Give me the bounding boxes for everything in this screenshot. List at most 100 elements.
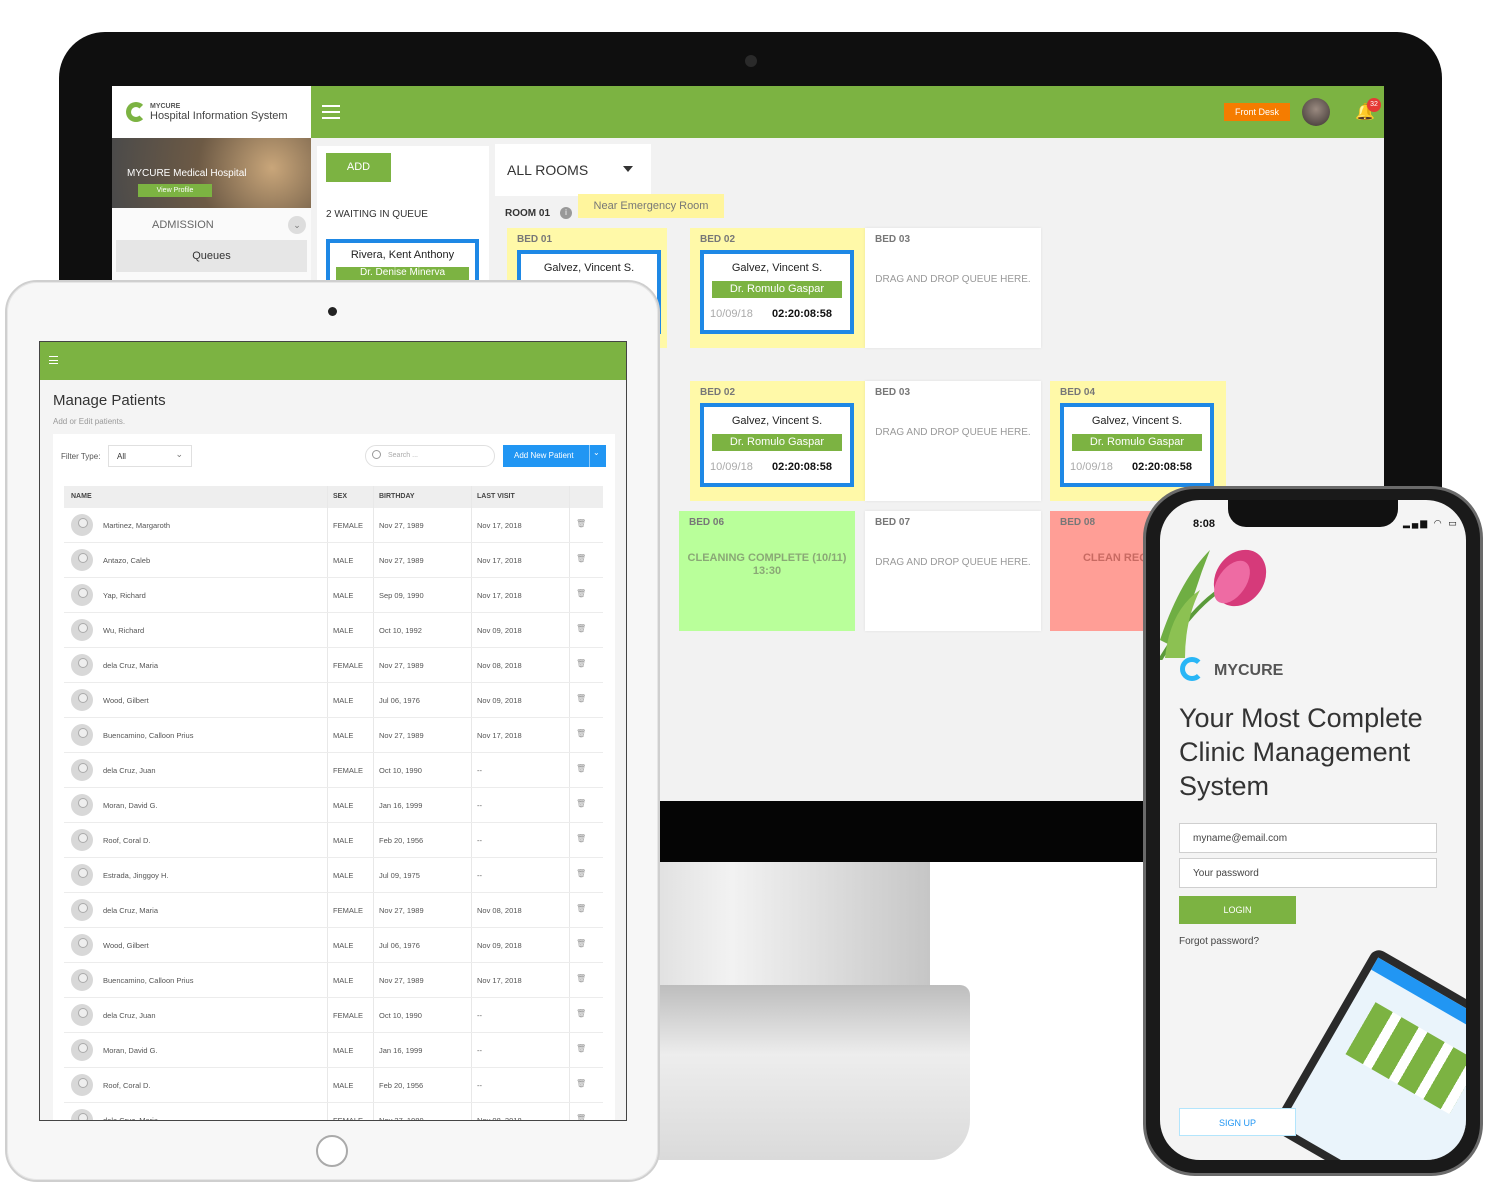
queue-patient-name: Rivera, Kent Anthony	[350, 249, 455, 261]
filter-type-select[interactable]: All	[108, 445, 192, 467]
table-row[interactable]: dela Cruz, Maria FEMALE Nov 27, 1989 Nov…	[64, 648, 603, 683]
hamburger-icon[interactable]	[322, 105, 340, 119]
trash-icon[interactable]: 🗑	[576, 904, 586, 913]
tablet-screen: Manage Patients Add or Edit patients. Fi…	[39, 341, 627, 1121]
table-row[interactable]: Roof, Coral D. MALE Feb 20, 1956 -- 🗑	[64, 1068, 603, 1103]
trash-icon[interactable]: 🗑	[576, 519, 586, 528]
table-row[interactable]: Buencamino, Calloon Prius MALE Nov 27, 1…	[64, 718, 603, 753]
table-row[interactable]: Wu, Richard MALE Oct 10, 1992 Nov 09, 20…	[64, 613, 603, 648]
bed-slot[interactable]: BED 02 Galvez, Vincent S. Dr. Romulo Gasp…	[690, 228, 866, 348]
home-button[interactable]	[316, 1135, 348, 1167]
patient-birthday: Jul 06, 1976	[379, 941, 420, 950]
table-row[interactable]: Buencamino, Calloon Prius MALE Nov 27, 1…	[64, 963, 603, 998]
waiting-count: 2 WAITING IN QUEUE	[326, 209, 428, 220]
rooms-dropdown[interactable]: ALL ROOMS	[495, 144, 651, 196]
sidebar-section-admission[interactable]: ADMISSION	[152, 219, 214, 231]
table-row[interactable]: dela Cruz, Maria FEMALE Nov 27, 1989 Nov…	[64, 893, 603, 928]
add-new-patient-button[interactable]: Add New Patient	[503, 445, 606, 467]
table-row[interactable]: Wood, Gilbert MALE Jul 06, 1976 Nov 09, …	[64, 928, 603, 963]
bed-slot[interactable]: BED 03 DRAG AND DROP QUEUE HERE.	[865, 228, 1041, 348]
table-row[interactable]: Yap, Richard MALE Sep 09, 1990 Nov 17, 2…	[64, 578, 603, 613]
patient-avatar	[71, 759, 93, 781]
patient-last-visit: Nov 17, 2018	[477, 556, 522, 565]
patient-last-visit: --	[477, 1081, 482, 1090]
column-header-last-visit[interactable]: LAST VISIT	[477, 493, 515, 500]
mycure-logo-icon	[1180, 657, 1204, 681]
hamburger-icon[interactable]	[49, 356, 58, 364]
role-badge[interactable]: Front Desk	[1224, 103, 1290, 121]
patient-birthday: Nov 27, 1989	[379, 521, 424, 530]
patient-name: Moran, David G.	[103, 801, 158, 810]
avatar[interactable]	[1302, 98, 1330, 126]
table-row[interactable]: Antazo, Caleb MALE Nov 27, 1989 Nov 17, …	[64, 543, 603, 578]
search-input[interactable]: Search ...	[365, 445, 495, 467]
patient-last-visit: Nov 09, 2018	[477, 696, 522, 705]
trash-icon[interactable]: 🗑	[576, 624, 586, 633]
table-row[interactable]: Moran, David G. MALE Jan 16, 1999 -- 🗑	[64, 788, 603, 823]
patient-sex: MALE	[333, 871, 354, 880]
add-button[interactable]: ADD	[326, 153, 391, 182]
trash-icon[interactable]: 🗑	[576, 694, 586, 703]
patient-avatar	[71, 969, 93, 991]
bed-label: BED 03	[875, 234, 911, 245]
bed-slot[interactable]: BED 03 DRAG AND DROP QUEUE HERE.	[865, 381, 1041, 501]
patient-name: dela Cruz, Maria	[103, 661, 159, 670]
email-field[interactable]: myname@email.com	[1179, 823, 1437, 853]
trash-icon[interactable]: 🗑	[576, 1044, 586, 1053]
table-row[interactable]: Martinez, Margaroth FEMALE Nov 27, 1989 …	[64, 508, 603, 543]
info-icon[interactable]: i	[560, 207, 572, 219]
table-row[interactable]: Roof, Coral D. MALE Feb 20, 1956 -- 🗑	[64, 823, 603, 858]
trash-icon[interactable]: 🗑	[576, 834, 586, 843]
trash-icon[interactable]: 🗑	[576, 939, 586, 948]
signup-button[interactable]: SIGN UP	[1179, 1108, 1296, 1136]
trash-icon[interactable]: 🗑	[576, 974, 586, 983]
view-profile-button[interactable]: View Profile	[138, 184, 212, 197]
trash-icon[interactable]: 🗑	[576, 589, 586, 598]
trash-icon[interactable]: 🗑	[576, 1009, 586, 1018]
trash-icon[interactable]: 🗑	[576, 1114, 586, 1120]
page-title: Manage Patients	[53, 392, 166, 409]
login-button[interactable]: LOGIN	[1179, 896, 1296, 924]
chevron-down-icon[interactable]: ⌄	[593, 448, 600, 457]
column-header-birthday[interactable]: BIRTHDAY	[379, 493, 415, 500]
table-row[interactable]: dela Cruz, Maria FEMALE Nov 27, 1989 Nov…	[64, 1103, 603, 1121]
trash-icon[interactable]: 🗑	[576, 554, 586, 563]
logo-area[interactable]: MYCURE Hospital Information System	[112, 86, 311, 138]
bed-patient-card[interactable]: Galvez, Vincent S. Dr. Romulo Gaspar 10/0…	[700, 250, 854, 334]
trash-icon[interactable]: 🗑	[576, 764, 586, 773]
table-row[interactable]: Estrada, Jinggoy H. MALE Jul 09, 1975 --…	[64, 858, 603, 893]
patient-birthday: Nov 27, 1989	[379, 1116, 424, 1121]
chevron-down-icon[interactable]: ⌄	[288, 216, 306, 234]
password-field[interactable]: Your password	[1179, 858, 1437, 888]
bed-patient-card[interactable]: Galvez, Vincent S. Dr. Romulo Gaspar 10/0…	[1060, 403, 1214, 487]
patient-name: Buencamino, Calloon Prius	[103, 731, 194, 740]
bed-slot[interactable]: BED 07 DRAG AND DROP QUEUE HERE.	[865, 511, 1041, 631]
trash-icon[interactable]: 🗑	[576, 729, 586, 738]
trash-icon[interactable]: 🗑	[576, 1079, 586, 1088]
trash-icon[interactable]: 🗑	[576, 799, 586, 808]
status-time: 8:08	[1193, 518, 1216, 530]
table-row[interactable]: dela Cruz, Juan FEMALE Oct 10, 1990 -- 🗑	[64, 753, 603, 788]
patient-avatar	[71, 829, 93, 851]
patient-sex: MALE	[333, 556, 354, 565]
sidebar-item-queues[interactable]: Queues	[116, 240, 307, 272]
forgot-password-link[interactable]: Forgot password?	[1179, 936, 1259, 947]
patient-birthday: Oct 10, 1992	[379, 626, 422, 635]
table-row[interactable]: Moran, David G. MALE Jan 16, 1999 -- 🗑	[64, 1033, 603, 1068]
column-header-sex[interactable]: SEX	[333, 493, 347, 500]
patient-sex: MALE	[333, 836, 354, 845]
column-header-name[interactable]: NAME	[71, 493, 92, 500]
patient-name: Martinez, Margaroth	[103, 521, 171, 530]
patient-avatar	[71, 1039, 93, 1061]
drop-zone-text: DRAG AND DROP QUEUE HERE.	[875, 427, 1031, 438]
bed-slot[interactable]: BED 06 CLEANING COMPLETE (10/11) 13:30	[679, 511, 855, 631]
bed-slot[interactable]: BED 02 Galvez, Vincent S. Dr. Romulo Gasp…	[690, 381, 866, 501]
bed-patient-name: Galvez, Vincent S.	[731, 415, 823, 427]
trash-icon[interactable]: 🗑	[576, 869, 586, 878]
trash-icon[interactable]: 🗑	[576, 659, 586, 668]
bed-slot[interactable]: BED 04 Galvez, Vincent S. Dr. Romulo Gasp…	[1050, 381, 1226, 501]
bed-patient-card[interactable]: Galvez, Vincent S. Dr. Romulo Gaspar 10/0…	[700, 403, 854, 487]
table-row[interactable]: dela Cruz, Juan FEMALE Oct 10, 1990 -- 🗑	[64, 998, 603, 1033]
table-row[interactable]: Wood, Gilbert MALE Jul 06, 1976 Nov 09, …	[64, 683, 603, 718]
bed-patient-name: Galvez, Vincent S.	[543, 262, 635, 274]
